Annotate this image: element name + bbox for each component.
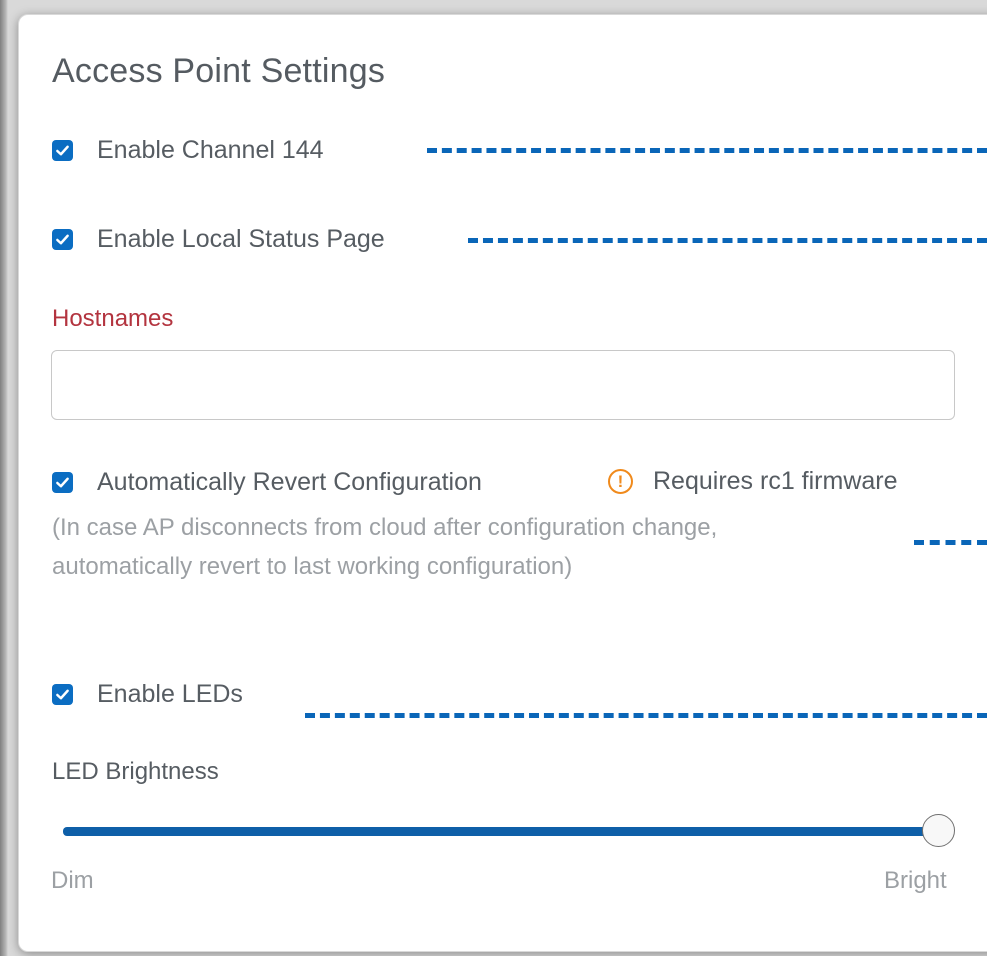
slider-max-label: Bright <box>884 867 947 894</box>
callout-line <box>914 540 987 545</box>
callout-line <box>427 148 987 153</box>
local-status-checkbox[interactable] <box>52 229 73 250</box>
callout-line <box>305 713 987 718</box>
local-status-option[interactable]: Enable Local Status Page <box>52 225 385 254</box>
page-title: Access Point Settings <box>52 52 386 90</box>
led-brightness-handle[interactable] <box>922 814 955 847</box>
checkmark-icon <box>56 689 69 700</box>
exclamation-circle-icon: ! <box>608 469 633 494</box>
auto-revert-checkbox[interactable] <box>52 472 73 493</box>
firmware-warning-text: Requires rc1 firmware <box>653 467 898 495</box>
slider-min-label: Dim <box>51 867 94 894</box>
leds-checkbox[interactable] <box>52 684 73 705</box>
hostnames-label: Hostnames <box>52 305 174 332</box>
led-brightness-label: LED Brightness <box>52 758 219 785</box>
auto-revert-option[interactable]: Automatically Revert Configuration <box>52 468 482 497</box>
checkmark-icon <box>56 145 69 156</box>
checkmark-icon <box>56 477 69 488</box>
firmware-warning: ! Requires rc1 firmware <box>608 467 898 496</box>
channel-144-label: Enable Channel 144 <box>97 136 324 164</box>
callout-line <box>468 238 987 243</box>
channel-144-option[interactable]: Enable Channel 144 <box>52 136 324 165</box>
auto-revert-label: Automatically Revert Configuration <box>97 468 482 496</box>
leds-label: Enable LEDs <box>97 680 243 708</box>
leds-option[interactable]: Enable LEDs <box>52 680 243 709</box>
hostnames-input[interactable] <box>51 350 955 420</box>
checkmark-icon <box>56 234 69 245</box>
led-brightness-track[interactable] <box>63 827 943 836</box>
local-status-label: Enable Local Status Page <box>97 225 385 253</box>
auto-revert-help: (In case AP disconnects from cloud after… <box>52 514 718 580</box>
channel-144-checkbox[interactable] <box>52 140 73 161</box>
